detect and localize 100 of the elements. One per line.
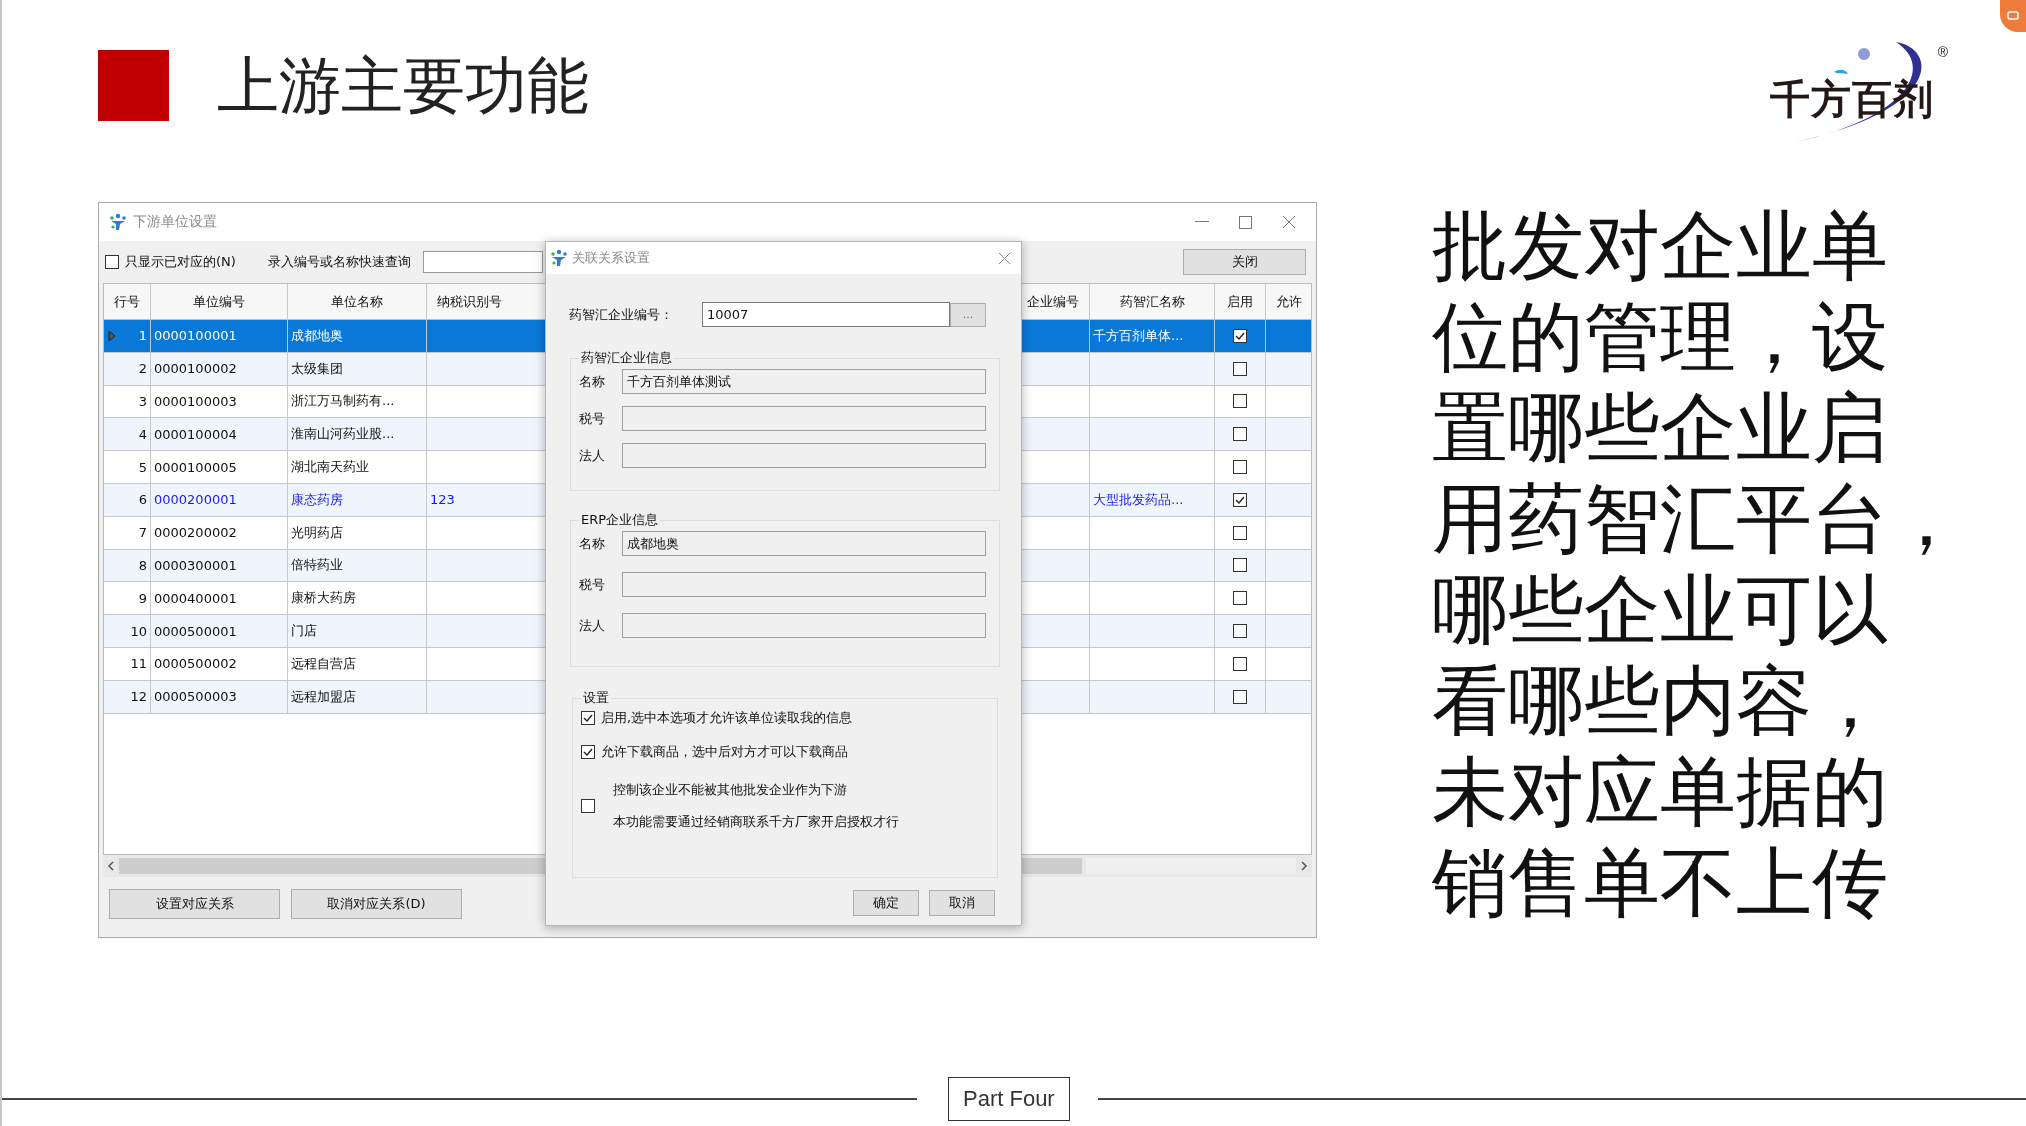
row-number: 9: [104, 582, 151, 616]
dialog-button[interactable]: 取消: [929, 890, 995, 916]
text-field[interactable]: [622, 406, 986, 431]
app-logo-icon: [550, 249, 568, 267]
table-cell: 湖北南天药业: [288, 451, 427, 484]
maximize-icon[interactable]: [1239, 215, 1252, 229]
registered-mark: ®: [1937, 44, 1948, 60]
enterprise-id-field[interactable]: 10007: [702, 302, 950, 327]
close-icon[interactable]: [998, 251, 1011, 265]
browse-button[interactable]: ...: [950, 302, 986, 327]
table-cell: 光明药店: [288, 516, 427, 550]
close-button[interactable]: 关闭: [1183, 249, 1306, 275]
minimize-icon[interactable]: [1195, 221, 1209, 223]
row-number: 2: [104, 352, 151, 386]
checkbox[interactable]: [581, 799, 595, 813]
column-header[interactable]: 单位编号: [151, 284, 288, 320]
field-label: 法人: [579, 616, 606, 635]
action-button[interactable]: 取消对应关系(D): [291, 889, 462, 919]
table-cell: 门店: [288, 615, 427, 648]
checkbox[interactable]: [1233, 328, 1247, 343]
checkbox[interactable]: [1233, 394, 1247, 409]
dialog-button[interactable]: 确定: [853, 890, 919, 916]
option-label: 启用,选中本选项才允许该单位读取我的信息: [601, 709, 853, 727]
table-cell: 0000100005: [151, 451, 288, 484]
table-cell: 0000500003: [151, 680, 288, 714]
checkbox[interactable]: [1233, 525, 1247, 540]
checkbox[interactable]: [1233, 460, 1247, 475]
text-field[interactable]: 成都地奥: [622, 531, 986, 556]
table-cell: 淮南山河药业股...: [288, 418, 427, 452]
group-title: 设置: [582, 689, 610, 707]
field-label: 法人: [579, 446, 606, 465]
table-cell: 倍特药业: [288, 549, 427, 583]
table-cell: 太级集团: [288, 352, 427, 386]
row-number: 12: [104, 680, 151, 714]
table-cell: 0000100002: [151, 352, 288, 386]
slide-description: 批发对企业单 位的管理，设 置哪些企业启 用药智汇平台， 哪些企业可以 看哪些内容， 未对应单据的 销售单不上传: [1432, 200, 1964, 928]
table-cell: 远程自营店: [288, 647, 427, 681]
table-cell: 康桥大药房: [288, 582, 427, 616]
field-label: 税号: [579, 409, 606, 428]
checkbox[interactable]: [1233, 689, 1247, 704]
column-header[interactable]: 启用: [1215, 284, 1266, 320]
close-icon[interactable]: [1282, 215, 1296, 229]
table-cell: 0000500002: [151, 647, 288, 681]
group-title: 药智汇企业信息: [580, 349, 673, 367]
table-cell: 康态药房: [288, 484, 427, 517]
row-number: 8: [104, 549, 151, 583]
text-field[interactable]: [622, 443, 986, 468]
checkbox[interactable]: [1233, 427, 1247, 442]
search-label: 录入编号或名称快速查询: [267, 253, 411, 271]
table-cell: 0000200001: [151, 484, 288, 517]
option-label: 控制该企业不能被其他批发企业作为下游: [613, 781, 848, 799]
table-cell: 0000300001: [151, 549, 288, 583]
checkbox[interactable]: [1233, 361, 1247, 376]
table-cell: 0000400001: [151, 582, 288, 616]
row-number: 10: [104, 615, 151, 648]
window-title: 下游单位设置: [133, 213, 217, 231]
slide-title: 上游主要功能: [217, 48, 589, 124]
text-field[interactable]: 千方百剂单体测试: [622, 369, 986, 394]
row-number: 7: [104, 516, 151, 550]
checkbox[interactable]: [581, 711, 595, 725]
checkbox[interactable]: [105, 255, 119, 269]
field-label: 名称: [579, 534, 606, 553]
table-cell: 0000100003: [151, 385, 288, 419]
column-header[interactable]: 允许: [1266, 284, 1311, 320]
action-button[interactable]: 设置对应关系: [109, 889, 280, 919]
section-label: Part Four: [948, 1077, 1070, 1121]
field-label: 税号: [579, 575, 606, 594]
column-header[interactable]: 单位名称: [288, 284, 427, 320]
checkbox[interactable]: [1233, 591, 1247, 606]
chat-icon[interactable]: [2007, 10, 2019, 22]
option-label: 本功能需要通过经销商联系千方厂家开启授权才行: [613, 813, 899, 831]
row-number: 5: [104, 451, 151, 484]
text-field[interactable]: [622, 572, 986, 597]
table-cell: 成都地奥: [288, 320, 427, 353]
table-cell: 0000100004: [151, 418, 288, 452]
filter-label: 只显示已对应的(N): [125, 253, 236, 271]
scroll-right-icon[interactable]: [1300, 861, 1308, 871]
checkbox[interactable]: [1233, 656, 1247, 671]
checkbox[interactable]: [1233, 492, 1247, 507]
column-header[interactable]: 行号: [104, 284, 151, 320]
field-label: 名称: [579, 372, 606, 391]
scroll-left-icon[interactable]: [107, 861, 115, 871]
checkbox[interactable]: [581, 745, 595, 759]
row-number: 11: [104, 647, 151, 681]
checkbox[interactable]: [1233, 624, 1247, 639]
table-cell: 千方百剂单体...: [1090, 320, 1215, 353]
checkbox[interactable]: [1233, 558, 1247, 573]
table-cell: 远程加盟店: [288, 680, 427, 714]
text-field[interactable]: [622, 613, 986, 638]
floating-badge[interactable]: [2000, 0, 2026, 32]
row-number: 4: [104, 418, 151, 452]
column-header[interactable]: 药智汇名称: [1090, 284, 1215, 320]
row-number: 6: [104, 484, 151, 517]
search-field[interactable]: [422, 251, 543, 273]
current-row-icon: [108, 329, 116, 342]
table-cell: 0000100001: [151, 320, 288, 353]
table-cell: 0000500001: [151, 615, 288, 648]
table-cell: 大型批发药品...: [1090, 484, 1215, 517]
title-marker: [98, 50, 169, 121]
row-number: 3: [104, 385, 151, 419]
